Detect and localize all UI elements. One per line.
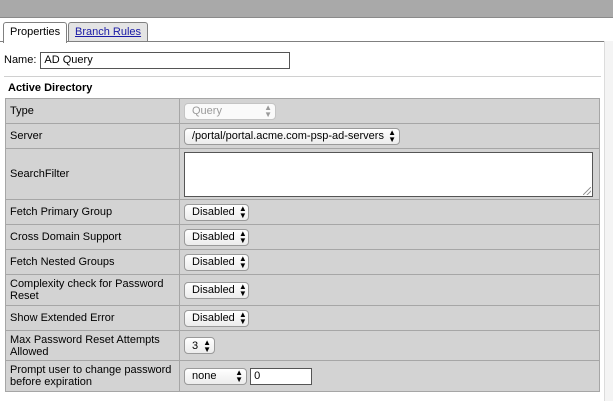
- select-arrows-icon: ▲ ▼: [238, 254, 247, 270]
- max-password-reset-value: 3: [192, 339, 199, 352]
- cross-domain-support-label: Cross Domain Support: [5, 224, 180, 250]
- fetch-primary-group-value: Disabled: [192, 206, 235, 218]
- cross-domain-support-select[interactable]: Disabled ▲ ▼: [184, 228, 249, 246]
- row-max-password-reset: Max Password Reset Attempts Allowed 3 ▲ ▼: [5, 330, 600, 361]
- server-select-value: /portal/portal.acme.com-psp-ad-servers: [192, 130, 384, 142]
- tab-branch-rules[interactable]: Branch Rules: [68, 22, 149, 42]
- show-extended-error-select[interactable]: Disabled ▲ ▼: [184, 309, 249, 327]
- divider: [4, 76, 601, 77]
- fetch-primary-group-select[interactable]: Disabled ▲ ▼: [184, 203, 249, 221]
- row-prompt-change-password: Prompt user to change password before ex…: [5, 360, 600, 392]
- server-label: Server: [5, 123, 180, 149]
- select-arrows-icon: ▲ ▼: [264, 103, 272, 119]
- row-server: Server /portal/portal.acme.com-psp-ad-se…: [5, 123, 600, 149]
- name-row: Name: AD Query: [4, 51, 291, 69]
- prompt-change-password-label: Prompt user to change password before ex…: [5, 360, 180, 392]
- row-fetch-nested-groups: Fetch Nested Groups Disabled ▲ ▼: [5, 249, 600, 275]
- prompt-days-input[interactable]: 0: [250, 367, 313, 385]
- type-select: Query ▲ ▼: [184, 102, 276, 120]
- select-arrows-icon: ▲ ▼: [388, 128, 396, 144]
- tab-branch-rules-label: Branch Rules: [75, 26, 142, 38]
- name-input[interactable]: AD Query: [40, 51, 291, 69]
- select-arrows-icon: ▲ ▼: [203, 337, 211, 354]
- max-password-reset-select[interactable]: 3 ▲ ▼: [184, 337, 215, 354]
- prompt-change-password-select-value: none: [192, 370, 217, 382]
- row-search-filter: SearchFilter: [5, 148, 600, 200]
- fetch-nested-groups-label: Fetch Nested Groups: [5, 249, 180, 275]
- max-password-reset-label: Max Password Reset Attempts Allowed: [5, 330, 180, 361]
- prompt-change-password-select[interactable]: none ▲ ▼: [184, 367, 247, 385]
- row-complexity-check: Complexity check for Password Reset Disa…: [5, 274, 600, 306]
- type-label: Type: [5, 98, 180, 124]
- cross-domain-support-value: Disabled: [192, 231, 235, 243]
- tab-properties-label: Properties: [10, 26, 61, 38]
- section-title: Active Directory: [8, 82, 93, 94]
- row-show-extended-error: Show Extended Error Disabled ▲ ▼: [5, 305, 600, 331]
- row-type: Type Query ▲ ▼: [5, 98, 600, 124]
- search-filter-label: SearchFilter: [5, 148, 180, 200]
- select-arrows-icon: ▲ ▼: [238, 282, 247, 298]
- fetch-nested-groups-select[interactable]: Disabled ▲ ▼: [184, 253, 249, 271]
- complexity-check-label: Complexity check for Password Reset: [5, 274, 180, 306]
- complexity-check-value: Disabled: [192, 284, 235, 296]
- resize-grip-icon[interactable]: [583, 186, 591, 195]
- type-select-value: Query: [192, 105, 222, 117]
- tab-properties[interactable]: Properties: [3, 22, 68, 43]
- top-toolbar: [0, 0, 613, 18]
- fetch-primary-group-label: Fetch Primary Group: [5, 199, 180, 225]
- show-extended-error-value: Disabled: [192, 312, 235, 324]
- select-arrows-icon: ▲ ▼: [238, 204, 247, 220]
- row-cross-domain-support: Cross Domain Support Disabled ▲ ▼: [5, 224, 600, 250]
- vertical-scrollbar[interactable]: [604, 41, 613, 401]
- select-arrows-icon: ▲ ▼: [238, 229, 247, 245]
- select-arrows-icon: ▲ ▼: [235, 368, 243, 384]
- server-select[interactable]: /portal/portal.acme.com-psp-ad-servers ▲…: [184, 127, 400, 145]
- show-extended-error-label: Show Extended Error: [5, 305, 180, 331]
- properties-table: Type Query ▲ ▼ Server /portal/portal.acme…: [5, 98, 600, 392]
- row-fetch-primary-group: Fetch Primary Group Disabled ▲ ▼: [5, 199, 600, 225]
- name-label: Name:: [4, 54, 37, 66]
- search-filter-textarea[interactable]: [184, 151, 593, 197]
- complexity-check-select[interactable]: Disabled ▲ ▼: [184, 281, 249, 299]
- select-arrows-icon: ▲ ▼: [238, 310, 247, 326]
- tab-divider: [0, 41, 604, 42]
- fetch-nested-groups-value: Disabled: [192, 256, 235, 268]
